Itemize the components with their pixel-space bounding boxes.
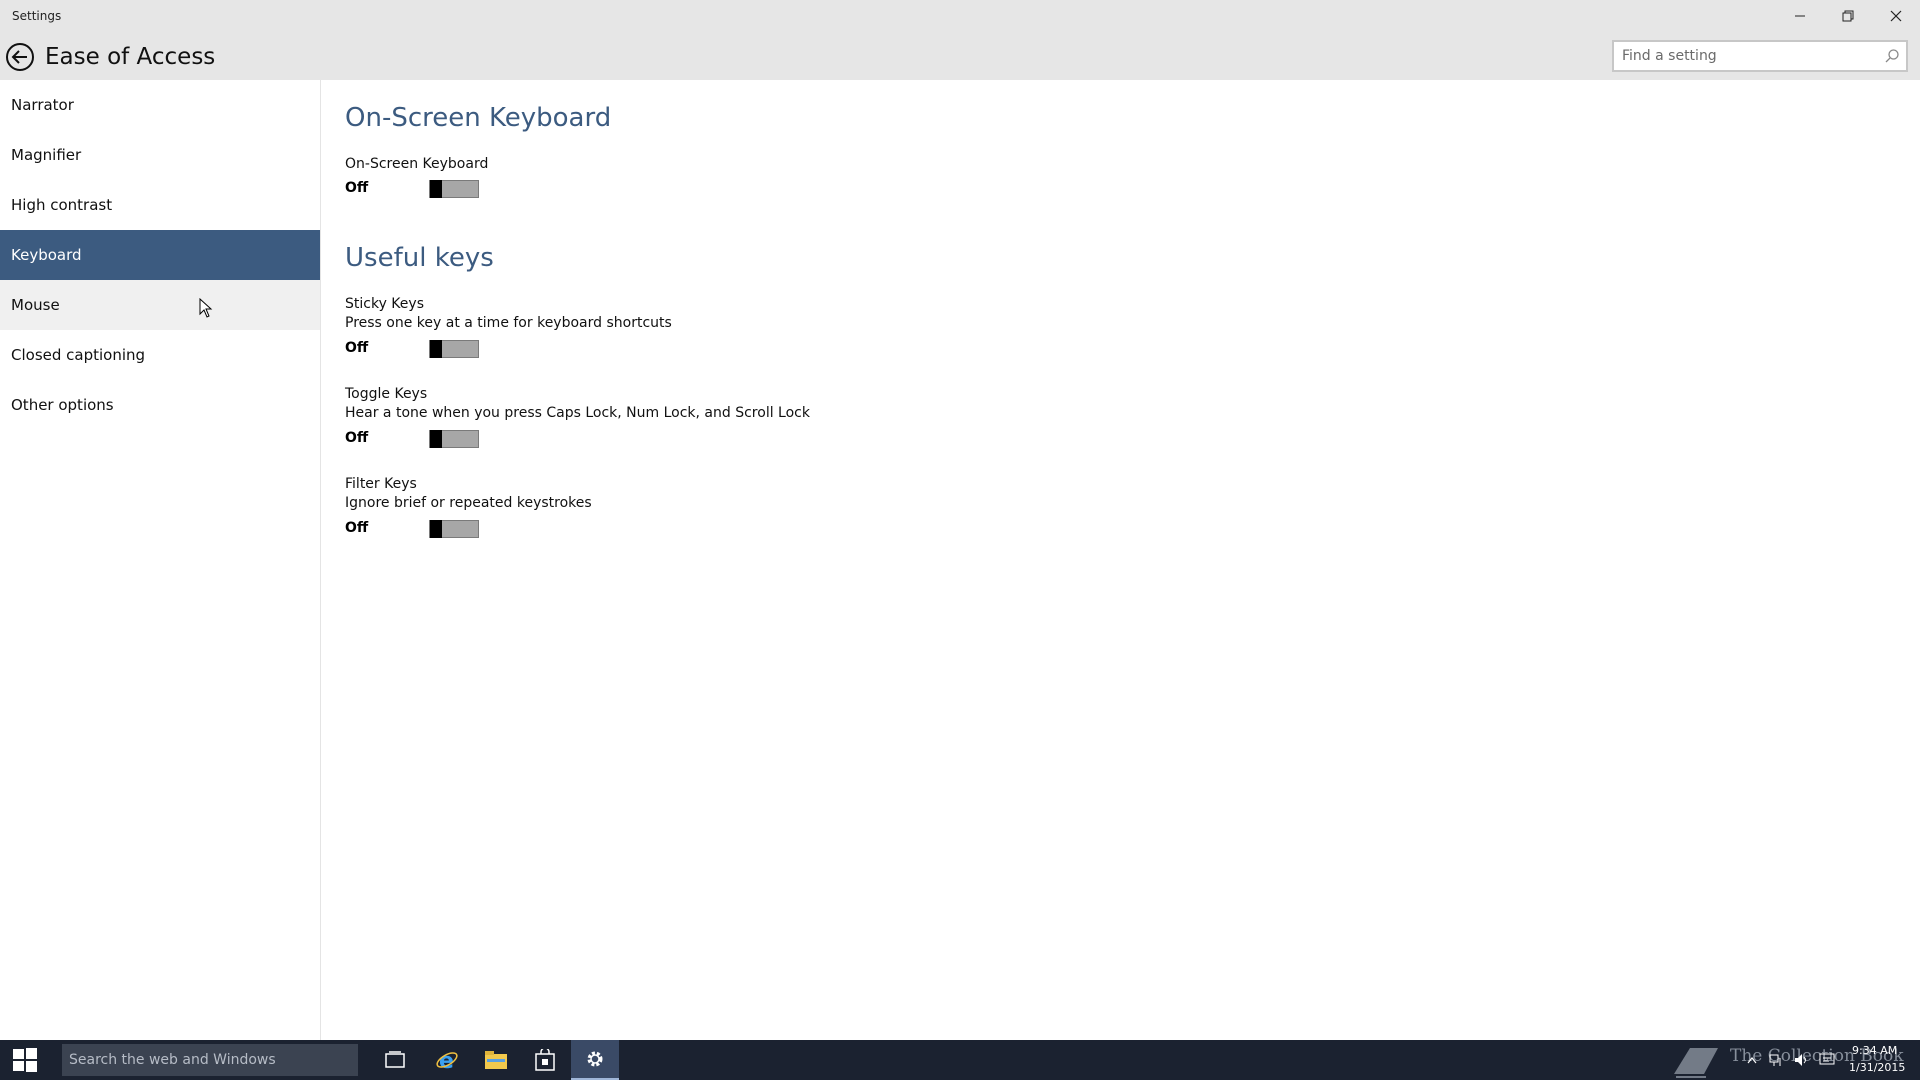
file-explorer-icon [485, 1051, 507, 1069]
sticky-keys-label: Sticky Keys [345, 296, 424, 312]
network-button[interactable] [1766, 1040, 1786, 1080]
taskbar-search-box[interactable]: Search the web and Windows [62, 1044, 358, 1076]
chevron-up-icon [1747, 1057, 1757, 1064]
minimize-icon [1795, 15, 1805, 16]
mouse-cursor-icon [199, 298, 213, 318]
window-title: Settings [12, 9, 62, 23]
sidebar-item-keyboard[interactable]: Keyboard [0, 230, 320, 280]
search-input[interactable] [1622, 47, 1872, 65]
windows-logo-icon [13, 1048, 37, 1072]
sticky-keys-desc: Press one key at a time for keyboard sho… [345, 315, 672, 331]
sidebar-item-magnifier[interactable]: Magnifier [0, 130, 320, 180]
toggle-keys-desc: Hear a tone when you press Caps Lock, Nu… [345, 405, 810, 421]
osk-toggle[interactable] [429, 180, 479, 198]
book-logo-icon [1674, 1048, 1718, 1078]
action-center-icon [1819, 1053, 1835, 1065]
filter-keys-desc: Ignore brief or repeated keystrokes [345, 495, 592, 511]
search-icon[interactable] [1884, 48, 1900, 64]
close-button[interactable] [1872, 0, 1920, 31]
page-header: Ease of Access [0, 31, 1920, 80]
speaker-icon [1795, 1054, 1806, 1066]
action-center-button[interactable] [1816, 1040, 1838, 1080]
internet-explorer-icon: e [436, 1049, 458, 1072]
store-button[interactable] [521, 1040, 569, 1080]
toggle-keys-state: Off [345, 430, 369, 446]
osk-section-title: On-Screen Keyboard [345, 103, 612, 133]
toggle-thumb [430, 430, 442, 448]
back-button[interactable] [5, 42, 35, 72]
internet-explorer-button[interactable]: e [423, 1040, 471, 1080]
volume-button[interactable] [1791, 1040, 1811, 1080]
toggle-thumb [430, 340, 442, 358]
network-icon [1769, 1054, 1781, 1066]
toggle-keys-toggle[interactable] [429, 430, 479, 448]
sidebar-item-mouse[interactable]: Mouse [0, 280, 320, 330]
sidebar-item-closed-captioning[interactable]: Closed captioning [0, 330, 320, 380]
sidebar-item-other-options[interactable]: Other options [0, 380, 320, 430]
title-bar: Settings [0, 0, 1920, 31]
page-title: Ease of Access [45, 44, 216, 70]
back-arrow-icon [6, 43, 34, 71]
toggle-keys-label: Toggle Keys [345, 386, 428, 402]
settings-gear-icon [587, 1051, 603, 1067]
osk-state: Off [345, 180, 369, 196]
osk-setting-label: On-Screen Keyboard [345, 156, 489, 172]
sidebar-item-high-contrast[interactable]: High contrast [0, 180, 320, 230]
minimize-button[interactable] [1776, 0, 1824, 31]
sidebar-item-narrator[interactable]: Narrator [0, 80, 320, 130]
useful-keys-title: Useful keys [345, 243, 494, 273]
clock-time[interactable]: 9:34 AM [1852, 1044, 1897, 1057]
filter-keys-toggle[interactable] [429, 520, 479, 538]
task-view-button[interactable] [371, 1040, 419, 1080]
task-view-icon [385, 1051, 405, 1068]
sticky-keys-toggle[interactable] [429, 340, 479, 358]
toggle-thumb [430, 180, 442, 198]
clock-date[interactable]: 1/31/2015 [1849, 1061, 1905, 1074]
start-button[interactable] [0, 1040, 50, 1080]
show-hidden-icons-button[interactable] [1744, 1040, 1760, 1080]
store-icon [535, 1049, 555, 1071]
toggle-thumb [430, 520, 442, 538]
file-explorer-button[interactable] [472, 1040, 520, 1080]
taskbar: Search the web and Windows e The Collect… [0, 1040, 1920, 1080]
sticky-keys-state: Off [345, 340, 369, 356]
close-icon [1890, 10, 1902, 21]
settings-taskbar-button[interactable] [571, 1040, 619, 1080]
filter-keys-state: Off [345, 520, 369, 536]
restore-icon [1842, 10, 1854, 21]
filter-keys-label: Filter Keys [345, 476, 417, 492]
restore-button[interactable] [1824, 0, 1872, 31]
sidebar: Narrator Magnifier High contrast Keyboar… [0, 80, 321, 1040]
find-setting-search[interactable] [1612, 40, 1908, 72]
